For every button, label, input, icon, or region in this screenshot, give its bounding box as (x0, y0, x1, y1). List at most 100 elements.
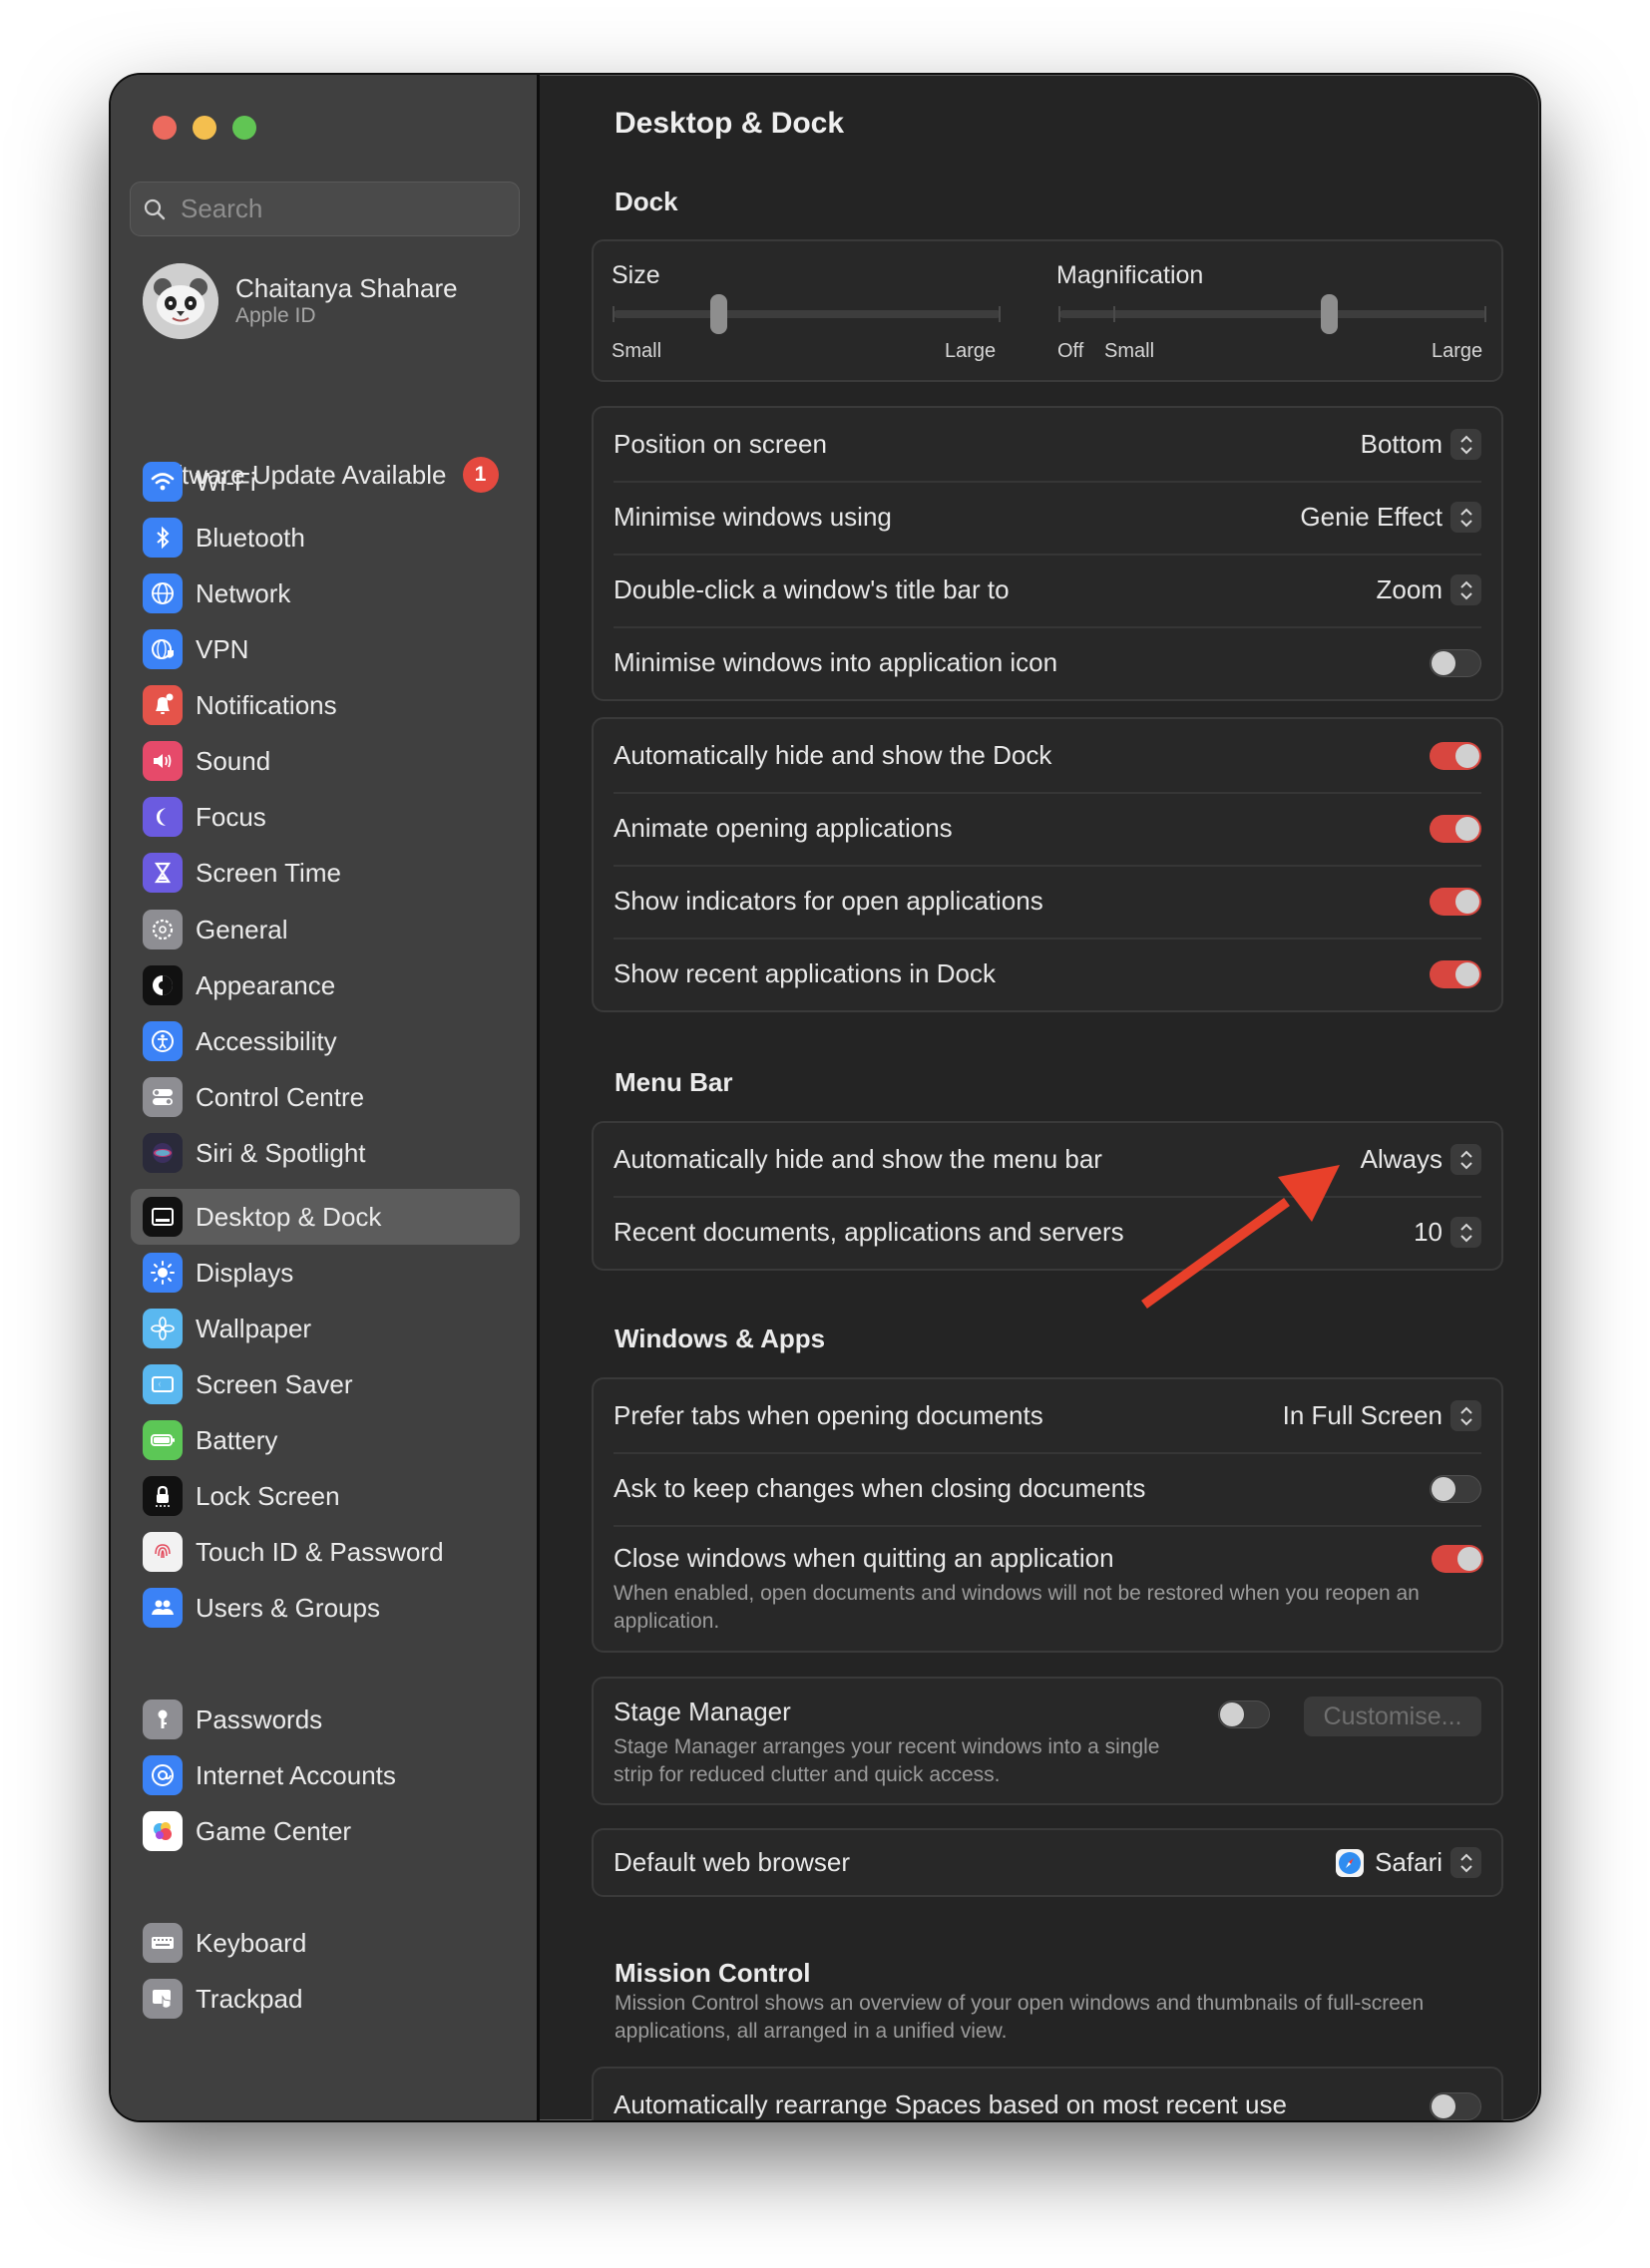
sidebar-item-general[interactable]: General (131, 902, 520, 957)
ask-keep-changes-toggle[interactable] (1430, 1474, 1481, 1503)
customise-button[interactable]: Customise... (1304, 1697, 1481, 1736)
key-icon (143, 1700, 183, 1739)
sidebar-item-network[interactable]: Network (131, 566, 520, 621)
sidebar-item-label: Internet Accounts (196, 1759, 396, 1790)
sidebar-item-touch-id-and-password[interactable]: Touch ID & Password (131, 1524, 520, 1580)
notifications-bell-icon (143, 685, 183, 725)
at-sign-icon (143, 1755, 183, 1795)
chevron-up-down-icon (1450, 574, 1481, 605)
sidebar-item-label: Focus (196, 801, 266, 832)
sidebar-item-displays[interactable]: Displays (131, 1245, 520, 1301)
rearrange-spaces-toggle[interactable] (1430, 2092, 1481, 2120)
minimise-button[interactable] (193, 116, 216, 140)
close-windows-toggle[interactable] (1432, 1545, 1483, 1573)
sidebar-item-label: Battery (196, 1424, 278, 1455)
setting-row-autohide-menu-bar: Automatically hide and show the menu bar… (594, 1123, 1501, 1196)
magnification-tick-off (1058, 306, 1060, 322)
autohide-dock-label: Automatically hide and show the Dock (614, 740, 1052, 770)
sidebar-item-siri-and-spotlight[interactable]: Siri & Spotlight (131, 1125, 520, 1181)
double-click-popup[interactable]: Zoom (1377, 574, 1481, 605)
recent-items-popup[interactable]: 10 (1414, 1217, 1481, 1248)
size-slider-knob[interactable] (709, 294, 727, 334)
sidebar-item-accessibility[interactable]: Accessibility (131, 1013, 520, 1069)
sidebar-item-focus[interactable]: Focus (131, 789, 520, 845)
sidebar-item-appearance[interactable]: Appearance (131, 957, 520, 1013)
sound-speaker-icon (143, 741, 183, 781)
sidebar-item-battery[interactable]: Battery (131, 1412, 520, 1468)
size-slider-track[interactable] (614, 310, 1001, 318)
sidebar-item-trackpad[interactable]: Trackpad (131, 1971, 520, 2027)
sidebar-item-keyboard[interactable]: Keyboard (131, 1915, 520, 1971)
minimise-using-popup[interactable]: Genie Effect (1300, 502, 1481, 533)
sidebar-item-wallpaper[interactable]: Wallpaper (131, 1301, 520, 1356)
autohide-menu-bar-value: Always (1360, 1144, 1443, 1174)
focus-moon-icon (143, 797, 183, 837)
sidebar-item-screen-saver[interactable]: Screen Saver (131, 1356, 520, 1412)
chevron-up-down-icon (1450, 1217, 1481, 1248)
sidebar-item-label: Appearance (196, 969, 336, 1000)
minimise-using-value: Genie Effect (1300, 502, 1443, 532)
setting-row-minimise-using: Minimise windows using Genie Effect (594, 481, 1501, 554)
displays-sun-icon (143, 1253, 183, 1293)
autohide-menu-bar-popup[interactable]: Always (1361, 1144, 1481, 1175)
default-browser-popup[interactable]: Safari (1335, 1847, 1481, 1878)
sidebar-item-sound[interactable]: Sound (131, 733, 520, 789)
double-click-value: Zoom (1376, 574, 1443, 604)
mission-control-description: Mission Control shows an overview of you… (615, 1992, 1425, 2043)
apple-id-account[interactable]: Chaitanya Shahare Apple ID (143, 263, 458, 339)
animate-opening-toggle[interactable] (1430, 814, 1481, 843)
sidebar-item-label: Siri & Spotlight (196, 1137, 366, 1168)
stage-manager-toggle[interactable] (1218, 1701, 1270, 1728)
sidebar-item-notifications[interactable]: Notifications (131, 677, 520, 733)
autohide-dock-toggle[interactable] (1430, 741, 1481, 770)
dock-sliders-card: Size Small Large Magnification Off Small… (592, 239, 1503, 382)
recent-items-value: 10 (1414, 1217, 1443, 1247)
show-recent-toggle[interactable] (1430, 959, 1481, 988)
sidebar-item-label: Touch ID & Password (196, 1536, 444, 1567)
default-browser-value: Safari (1375, 1847, 1443, 1877)
position-popup[interactable]: Bottom (1361, 429, 1481, 460)
chevron-up-down-icon (1450, 1400, 1481, 1431)
safari-icon (1336, 1848, 1365, 1877)
magnification-slider-track[interactable] (1059, 310, 1486, 318)
size-slider-tick-min (613, 306, 615, 322)
setting-row-double-click: Double-click a window's title bar to Zoo… (594, 554, 1501, 626)
search-icon (144, 198, 166, 219)
setting-row-autohide-dock: Automatically hide and show the Dock (594, 719, 1501, 792)
sidebar-item-vpn[interactable]: VPN (131, 621, 520, 677)
siri-icon (143, 1133, 183, 1173)
section-title-menu-bar: Menu Bar (615, 1067, 733, 1097)
sidebar-item-screen-time[interactable]: Screen Time (131, 845, 520, 901)
search-field[interactable] (130, 182, 520, 236)
sidebar-item-wi-fi[interactable]: Wi-Fi (131, 454, 520, 510)
chevron-up-down-icon (1450, 1847, 1481, 1878)
sidebar-item-label: Passwords (196, 1703, 323, 1734)
sidebar-item-label: Displays (196, 1257, 294, 1288)
minimise-into-icon-toggle[interactable] (1430, 648, 1481, 677)
setting-row-close-windows: Close windows when quitting an applicati… (594, 1525, 1501, 1651)
screen-time-hourglass-icon (143, 853, 183, 893)
sidebar-item-label: Network (196, 577, 291, 608)
sidebar-item-passwords[interactable]: Passwords (131, 1692, 520, 1747)
show-indicators-toggle[interactable] (1430, 887, 1481, 916)
animate-opening-label: Animate opening applications (614, 813, 953, 843)
sidebar-item-game-center[interactable]: Game Center (131, 1803, 520, 1859)
magnification-slider-knob[interactable] (1320, 294, 1338, 334)
page-title: Desktop & Dock (615, 107, 845, 140)
keyboard-icon (143, 1923, 183, 1963)
setting-row-show-recent: Show recent applications in Dock (594, 938, 1501, 1010)
sidebar-item-users-and-groups[interactable]: Users & Groups (131, 1580, 520, 1636)
sidebar-item-control-centre[interactable]: Control Centre (131, 1069, 520, 1125)
sidebar-item-internet-accounts[interactable]: Internet Accounts (131, 1747, 520, 1803)
search-input[interactable] (181, 193, 500, 224)
desktop-dock-icon (143, 1197, 183, 1237)
close-button[interactable] (153, 116, 177, 140)
prefer-tabs-popup[interactable]: In Full Screen (1283, 1400, 1481, 1431)
zoom-button[interactable] (232, 116, 256, 140)
mission-control-card: Automatically rearrange Spaces based on … (592, 2067, 1503, 2120)
sidebar-item-lock-screen[interactable]: Lock Screen (131, 1468, 520, 1524)
sidebar-item-desktop-and-dock[interactable]: Desktop & Dock (131, 1189, 520, 1245)
sidebar-item-label: Game Center (196, 1815, 352, 1846)
account-subtitle: Apple ID (235, 304, 316, 327)
sidebar-item-bluetooth[interactable]: Bluetooth (131, 510, 520, 566)
